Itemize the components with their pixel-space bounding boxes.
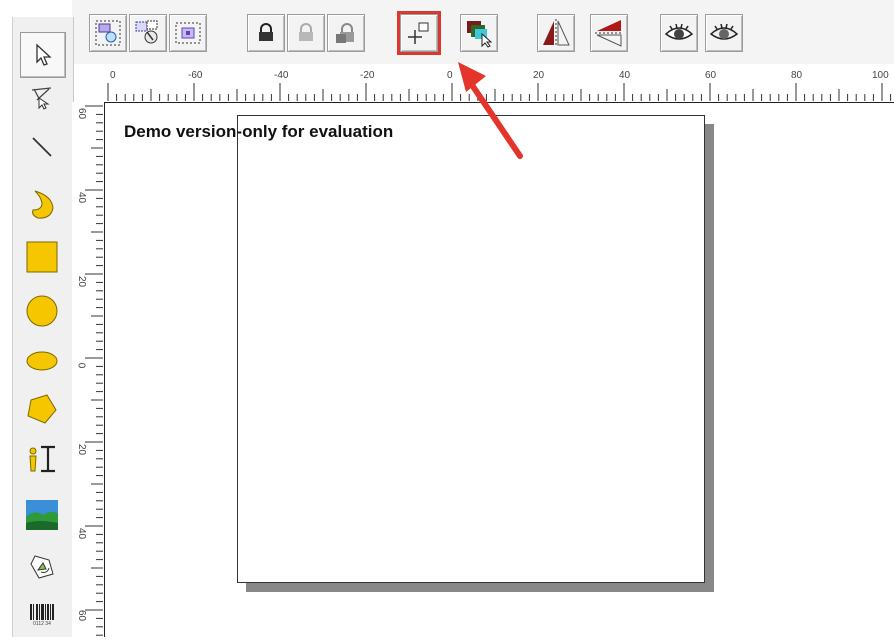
select-tool[interactable] <box>20 32 66 78</box>
label-page[interactable] <box>237 115 705 583</box>
circle-tool[interactable] <box>20 289 64 333</box>
select-group-button[interactable] <box>169 14 207 52</box>
barcode-tool[interactable]: 0112 34 <box>20 593 64 637</box>
lock-all-icon <box>336 23 354 43</box>
hide-objects-button[interactable] <box>705 14 743 52</box>
flip-horizontal-icon <box>543 19 570 47</box>
lock-all-button[interactable] <box>327 14 365 52</box>
vertical-ruler-ticks <box>85 105 103 636</box>
group-icon <box>95 20 121 46</box>
lock-disabled-icon <box>299 23 313 41</box>
hruler-label: 60 <box>705 70 717 81</box>
flip-horizontal-button[interactable] <box>537 14 575 52</box>
set-origin-button[interactable] <box>397 11 441 55</box>
crescent-shape-icon <box>32 190 54 219</box>
ungroup-icon <box>135 20 158 44</box>
origin-crosshair-icon <box>408 22 429 44</box>
vruler-label: 0 <box>75 362 87 369</box>
pointer-arrow-icon <box>36 43 52 66</box>
vruler-label: 60 <box>76 107 88 120</box>
landscape-image-icon <box>26 500 58 530</box>
line-tool[interactable] <box>20 125 64 169</box>
left-toolbox: 0112 34 <box>12 17 74 637</box>
vertical-ruler: 60 40 20 0 20 40 60 <box>72 102 105 637</box>
hruler-label: 0 <box>110 70 116 81</box>
rectangle-shape-icon <box>26 241 58 273</box>
demo-version-notice: Demo version-only for evaluation <box>124 122 394 141</box>
hruler-label: 100 <box>872 70 889 81</box>
polygon-shape-icon <box>27 394 57 424</box>
ellipse-shape-icon <box>26 351 58 371</box>
text-tool[interactable] <box>20 437 64 481</box>
node-edit-icon <box>31 87 52 110</box>
barcode-caption: 0112 34 <box>33 621 51 627</box>
hruler-label: -20 <box>360 70 375 81</box>
show-objects-button[interactable] <box>660 14 698 52</box>
text-icon <box>29 445 55 473</box>
ungroup-objects-button[interactable] <box>129 14 167 52</box>
eye-closed-icon <box>709 23 739 40</box>
vruler-label: 20 <box>76 275 88 288</box>
hruler-label: -40 <box>274 70 289 81</box>
circle-shape-icon <box>26 295 58 327</box>
vruler-label: 40 <box>76 527 88 540</box>
group-objects-button[interactable] <box>89 14 127 52</box>
arrange-order-button[interactable] <box>460 14 498 52</box>
ellipse-tool[interactable] <box>20 339 64 383</box>
lock-button[interactable] <box>247 14 285 52</box>
barcode-icon <box>30 604 54 620</box>
rectangle-tool[interactable] <box>20 235 64 279</box>
vruler-label: 20 <box>76 443 88 456</box>
flip-vertical-button[interactable] <box>590 14 628 52</box>
node-edit-tool[interactable] <box>20 75 64 119</box>
hruler-label: 40 <box>619 70 631 81</box>
rotate-tool[interactable] <box>20 545 64 589</box>
rotate-object-icon <box>30 555 54 579</box>
vruler-label: 60 <box>76 609 88 622</box>
arrange-order-icon <box>467 21 493 48</box>
eye-icon <box>664 23 694 40</box>
flip-vertical-icon <box>595 20 623 47</box>
crescent-tool[interactable] <box>20 183 64 227</box>
image-tool[interactable] <box>20 493 64 537</box>
unlock-button[interactable] <box>287 14 325 52</box>
hruler-label: -60 <box>188 70 203 81</box>
vruler-label: 40 <box>76 191 88 204</box>
line-icon <box>32 137 52 157</box>
polygon-tool[interactable] <box>20 387 64 431</box>
lock-icon <box>259 23 273 41</box>
annotation-arrow <box>458 62 523 159</box>
hruler-label: 80 <box>791 70 803 81</box>
select-group-icon <box>175 22 201 44</box>
